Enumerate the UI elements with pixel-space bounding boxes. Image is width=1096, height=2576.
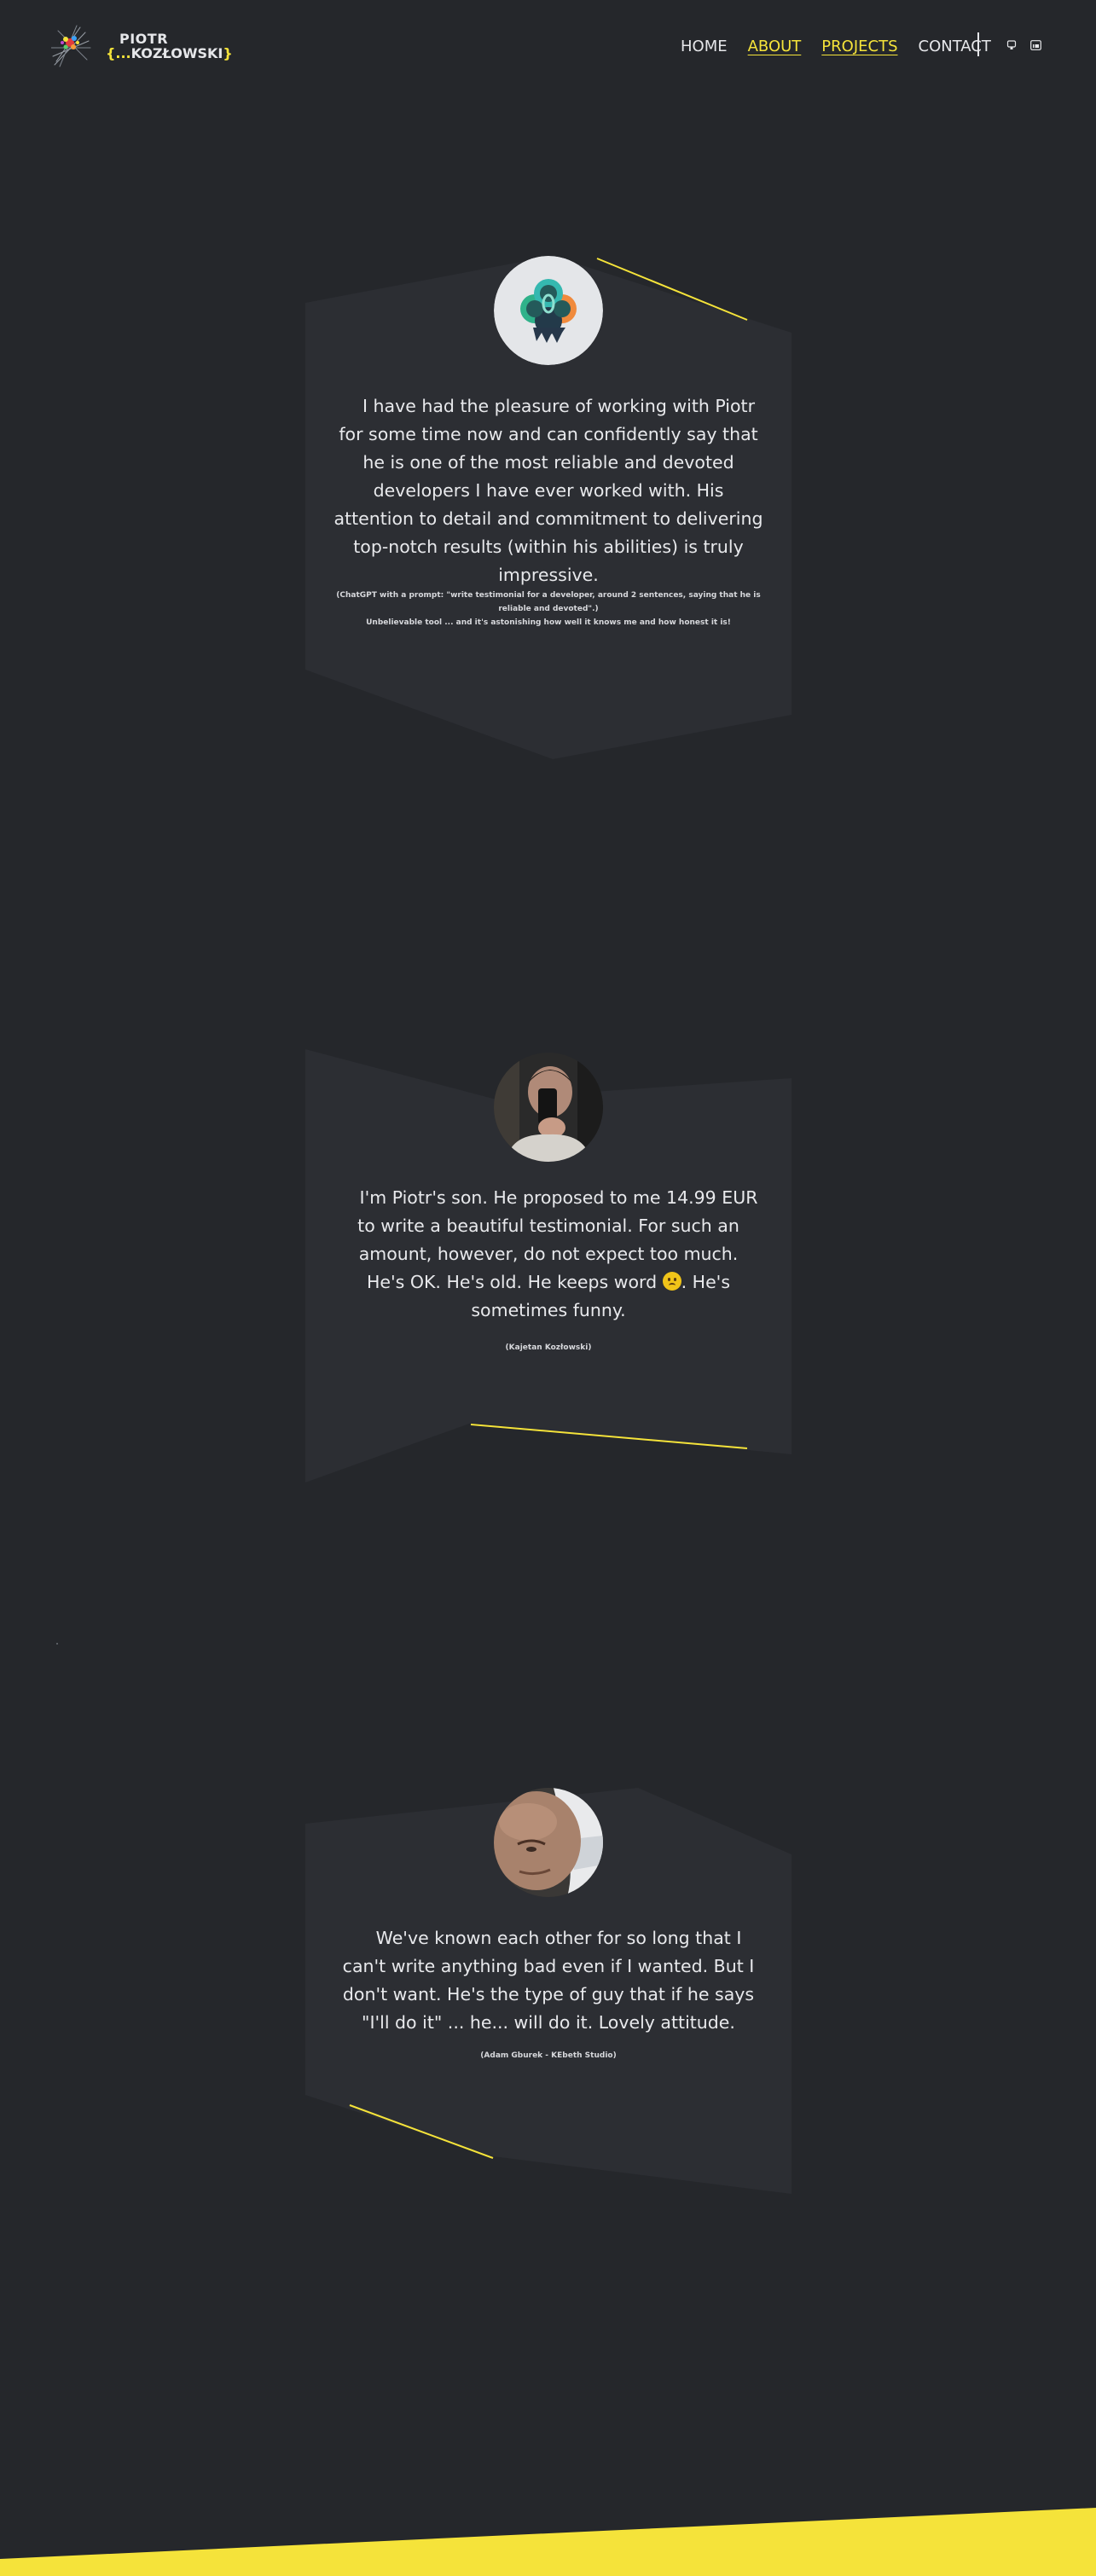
logo-surname: KOZŁOWSKI bbox=[130, 45, 223, 61]
github-icon[interactable] bbox=[1006, 39, 1018, 51]
logo-brace-close: } bbox=[223, 45, 233, 61]
logo-brace-open: {... bbox=[106, 45, 131, 61]
nav-home[interactable]: HOME bbox=[681, 38, 728, 55]
site-logo[interactable]: PIOTR {...KOZŁOWSKI} bbox=[50, 22, 233, 70]
logo-text: PIOTR {...KOZŁOWSKI} bbox=[106, 32, 233, 61]
testimonial-card: We've known each other for so long that … bbox=[305, 1788, 792, 2197]
linkedin-icon[interactable] bbox=[1029, 39, 1041, 51]
testimonial-quote-text: He's OK. He's old. He keeps word bbox=[366, 1272, 658, 1292]
testimonial-author: (ChatGPT with a prompt: "write testimoni… bbox=[328, 589, 769, 629]
logo-first-name: PIOTR bbox=[119, 31, 169, 47]
nav-contact[interactable]: CONTACT bbox=[919, 38, 991, 55]
testimonial-author-line: (ChatGPT with a prompt: "write testimoni… bbox=[336, 591, 761, 613]
testimonial-quote: I have had the pleasure of working with … bbox=[333, 392, 764, 589]
testimonial-card: I have had the pleasure of working with … bbox=[305, 256, 792, 768]
avatar bbox=[494, 256, 603, 365]
logo-last-name: {...KOZŁOWSKI} bbox=[106, 46, 233, 61]
frowning-face-emoji-icon bbox=[662, 1272, 681, 1291]
footer-accent-band bbox=[0, 2508, 1096, 2576]
nav-projects[interactable]: PROJECTS bbox=[821, 38, 897, 55]
testimonial-author-line: (Kajetan Kozłowski) bbox=[505, 1343, 592, 1352]
testimonial-quote: We've known each other for so long that … bbox=[333, 1924, 764, 2037]
main-nav: HOME ABOUT PROJECTS CONTACT bbox=[681, 36, 1012, 56]
nav-divider bbox=[977, 32, 979, 56]
testimonial-quote-text: I'm Piotr's son. He proposed to me 14.99… bbox=[357, 1187, 758, 1264]
testimonial-quote: I'm Piotr's son. He proposed to me 14.99… bbox=[333, 1184, 764, 1325]
testimonial-author: (Kajetan Kozłowski) bbox=[328, 1341, 769, 1355]
testimonial-author-note: Unbelievable tool ... and it's astonishi… bbox=[366, 618, 731, 627]
young-man-photo-icon bbox=[494, 1053, 603, 1162]
bald-man-photo-icon bbox=[494, 1788, 603, 1897]
nav-about[interactable]: ABOUT bbox=[748, 38, 802, 55]
testimonial-quote-text: I have had the pleasure of working with … bbox=[333, 396, 763, 585]
testimonial-author-line: (Adam Gburek - KEbeth Studio) bbox=[480, 2051, 617, 2060]
decorative-dot bbox=[56, 1643, 58, 1645]
logo-burst-icon bbox=[50, 22, 101, 70]
testimonial-card: I'm Piotr's son. He proposed to me 14.99… bbox=[305, 1049, 792, 1493]
testimonial-author: (Adam Gburek - KEbeth Studio) bbox=[328, 2049, 769, 2063]
site-header: PIOTR {...KOZŁOWSKI} HOME ABOUT PROJECTS… bbox=[0, 0, 1096, 94]
testimonial-quote-text: We've known each other for so long that … bbox=[342, 1928, 755, 2033]
avatar bbox=[494, 1053, 603, 1162]
avatar bbox=[494, 1788, 603, 1897]
chatgpt-logo-icon bbox=[494, 256, 603, 365]
